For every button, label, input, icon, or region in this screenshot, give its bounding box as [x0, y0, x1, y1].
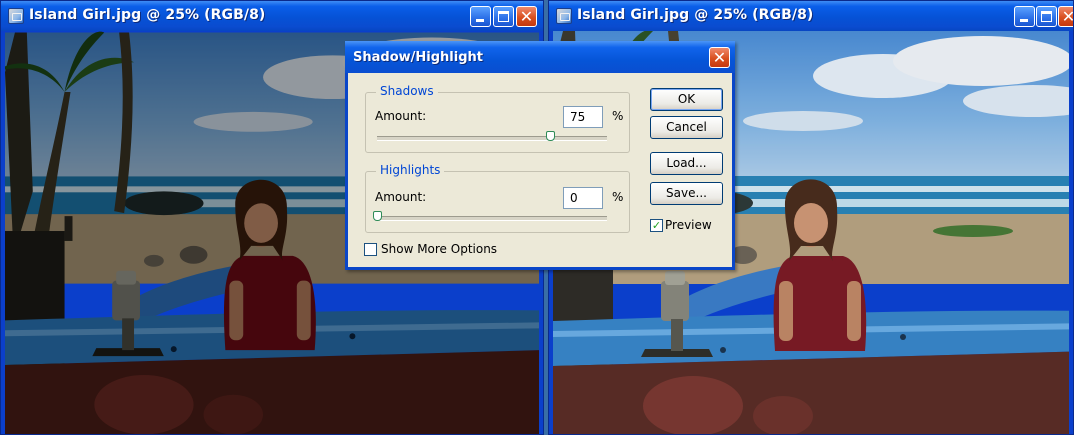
- highlights-slider-thumb[interactable]: [373, 211, 382, 221]
- dialog-title: Shadow/Highlight: [353, 50, 483, 65]
- highlights-amount-input[interactable]: 0: [563, 187, 603, 209]
- highlights-slider-track[interactable]: [377, 216, 607, 221]
- cancel-button[interactable]: Cancel: [650, 116, 723, 139]
- shadows-legend: Shadows: [376, 84, 438, 98]
- preview-checkbox[interactable]: ✓: [650, 219, 663, 232]
- minimize-button[interactable]: [1014, 6, 1035, 27]
- load-button[interactable]: Load...: [650, 152, 723, 175]
- close-icon: ✕: [712, 48, 727, 67]
- close-button[interactable]: ✕: [1058, 6, 1074, 27]
- shadows-percent-label: %: [612, 109, 624, 123]
- maximize-button[interactable]: [493, 6, 514, 27]
- ok-button[interactable]: OK: [650, 88, 723, 111]
- window-title: Island Girl.jpg @ 25% (RGB/8): [577, 7, 814, 23]
- shadows-group: Shadows Amount: 75 %: [365, 84, 630, 153]
- minimize-icon: [1020, 19, 1028, 22]
- shadows-amount-label: Amount:: [375, 109, 427, 123]
- highlights-percent-label: %: [612, 190, 624, 204]
- save-button[interactable]: Save...: [650, 182, 723, 205]
- shadows-slider-thumb[interactable]: [545, 131, 555, 141]
- minimize-icon: [476, 19, 484, 22]
- highlights-amount-label: Amount:: [375, 190, 427, 204]
- highlights-legend: Highlights: [376, 163, 445, 177]
- window-title: Island Girl.jpg @ 25% (RGB/8): [29, 7, 266, 23]
- close-icon: ✕: [519, 7, 534, 26]
- window-titlebar[interactable]: Island Girl.jpg @ 25% (RGB/8) ✕: [1, 1, 543, 31]
- maximize-icon: [1041, 11, 1052, 22]
- highlights-group: Highlights Amount: 0 %: [365, 163, 630, 233]
- dialog-titlebar[interactable]: Shadow/Highlight ✕: [345, 41, 735, 73]
- close-icon: ✕: [1061, 7, 1074, 26]
- shadows-amount-input[interactable]: 75: [563, 106, 603, 128]
- preview-label[interactable]: Preview: [665, 218, 712, 232]
- shadow-highlight-dialog[interactable]: Shadow/Highlight ✕ Shadows Amount: 75 % …: [345, 41, 735, 270]
- photoshop-doc-icon: [8, 8, 24, 24]
- show-more-options-checkbox[interactable]: [364, 243, 377, 256]
- close-button[interactable]: ✕: [516, 6, 537, 27]
- shadows-slider-track[interactable]: [377, 136, 607, 141]
- dialog-close-button[interactable]: ✕: [709, 47, 730, 68]
- window-titlebar[interactable]: Island Girl.jpg @ 25% (RGB/8) ✕: [549, 1, 1073, 31]
- photoshop-doc-icon: [556, 8, 572, 24]
- maximize-button[interactable]: [1036, 6, 1057, 27]
- minimize-button[interactable]: [470, 6, 491, 27]
- maximize-icon: [498, 11, 509, 22]
- show-more-options-label[interactable]: Show More Options: [381, 242, 497, 256]
